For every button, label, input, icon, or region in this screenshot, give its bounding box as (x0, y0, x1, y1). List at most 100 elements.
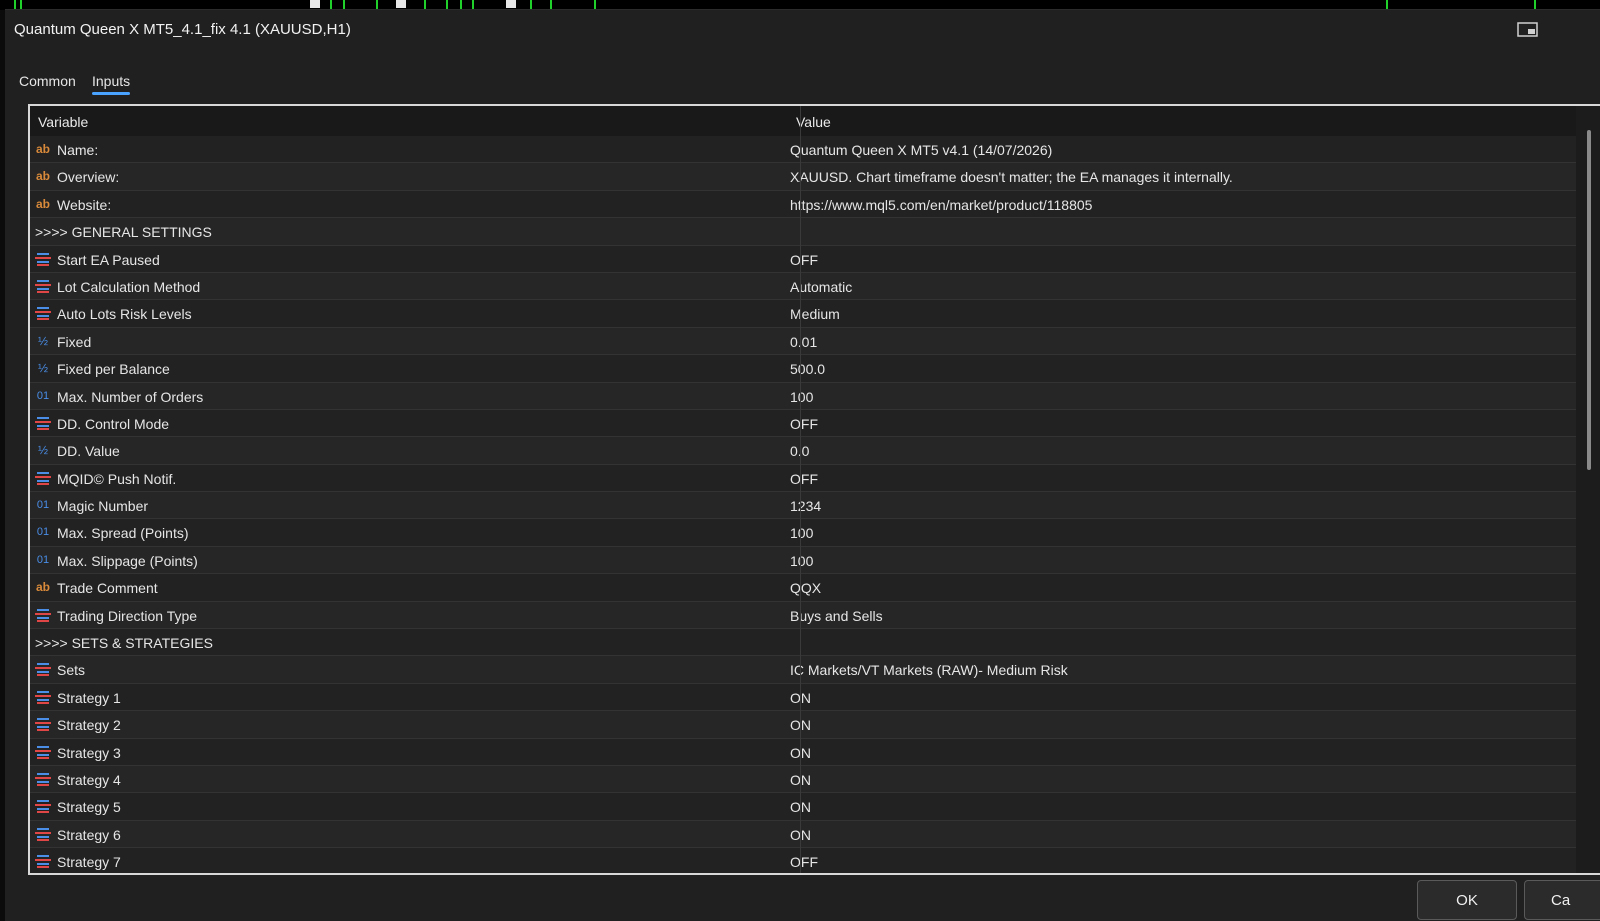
variable-name: Sets (57, 662, 86, 679)
chart-mark (594, 0, 596, 9)
variable-value[interactable]: OFF (790, 252, 818, 268)
chart-mark (530, 0, 532, 9)
column-header-value[interactable]: Value (796, 114, 831, 130)
input-row[interactable]: Strategy 1ON (30, 683, 1576, 712)
enum-type-icon (35, 251, 51, 267)
tab-common[interactable]: Common (19, 73, 76, 89)
variable-name: MQID© Push Notif. (57, 470, 177, 487)
variable-name: DD. Control Mode (57, 415, 170, 432)
string-type-icon: ab (35, 580, 50, 595)
section-row[interactable]: >>>> SETS & STRATEGIES (30, 629, 1576, 657)
variable-name: Fixed per Balance (57, 361, 170, 378)
tab-bar: Common Inputs (5, 60, 1600, 102)
variable-value[interactable]: 1234 (790, 498, 821, 514)
variable-value[interactable]: 100 (790, 389, 813, 405)
input-row[interactable]: Lot Calculation Method Automatic (30, 272, 1576, 301)
restore-window-icon[interactable] (1517, 21, 1539, 39)
variable-name: Lot Calculation Method (57, 278, 201, 295)
variable-value[interactable]: OFF (790, 416, 818, 432)
input-row[interactable]: 01 Max. Slippage (Points) 100 (30, 546, 1576, 575)
string-type-icon: ab (35, 196, 50, 211)
variable-name: Name: (57, 142, 99, 158)
chart-mark (376, 0, 378, 9)
input-row[interactable]: ½ Fixed 0.01 (30, 327, 1576, 356)
input-row[interactable]: DD. Control Mode OFF (30, 409, 1576, 438)
input-row[interactable]: ½DD. Value0.0 (30, 437, 1576, 465)
input-row[interactable]: 01 Max. Spread (Points) 100 (30, 519, 1576, 547)
chart-mark (472, 0, 474, 9)
variable-value[interactable]: Quantum Queen X MT5 v4.1 (14/07/2026) (790, 142, 1052, 158)
column-divider[interactable] (800, 106, 801, 873)
chart-mark (330, 0, 332, 9)
input-row[interactable]: ab Overview: XAUUSD. Chart timeframe doesn… (30, 163, 1576, 191)
variable-value[interactable]: 500.0 (790, 361, 825, 377)
input-row[interactable]: Strategy 4ON (30, 765, 1576, 794)
chart-mark (1534, 0, 1536, 9)
integer-type-icon: 01 (36, 526, 50, 539)
variable-value[interactable]: IC Markets/VT Markets (RAW)- Medium Risk (790, 662, 1068, 678)
enum-type-icon (35, 853, 51, 869)
section-row[interactable]: >>>> GENERAL SETTINGS (30, 218, 1576, 246)
string-type-icon: ab (35, 169, 50, 184)
variable-name: Strategy 2 (57, 717, 121, 734)
variable-value[interactable]: Medium (790, 306, 840, 322)
input-row[interactable]: Start EA Paused OFF (30, 245, 1576, 273)
enum-type-icon (35, 826, 51, 842)
cancel-button[interactable]: Ca (1524, 880, 1600, 920)
variable-value[interactable]: 100 (790, 525, 813, 541)
variable-value[interactable]: https://www.mql5.com/en/market/product/1… (790, 197, 1092, 213)
input-row[interactable]: Auto Lots Risk Levels Medium (30, 300, 1576, 328)
column-header-variable[interactable]: Variable (38, 114, 88, 130)
chart-mark (14, 0, 16, 9)
variable-value[interactable]: OFF (790, 471, 818, 487)
enum-type-icon (35, 661, 51, 677)
tab-inputs[interactable]: Inputs (92, 73, 131, 95)
variable-name: Strategy 4 (57, 771, 121, 788)
input-row[interactable]: ab Website: https://www.mql5.com/en/market… (30, 190, 1576, 219)
input-row[interactable]: ½ Fixed per Balance 500.0 (30, 355, 1576, 383)
double-type-icon: ½ (37, 333, 48, 348)
input-row[interactable]: 01 Max. Number of Orders 100 (30, 382, 1576, 410)
enum-type-icon (35, 607, 51, 623)
double-type-icon: ½ (37, 443, 48, 458)
variable-name: DD. Value (57, 443, 120, 460)
double-type-icon: ½ (37, 361, 48, 376)
variable-value[interactable]: 100 (790, 553, 813, 569)
scrollbar-thumb[interactable] (1587, 130, 1591, 470)
variable-name: Max. Number of Orders (57, 388, 204, 405)
chart-mark (396, 0, 406, 8)
chart-mark (550, 0, 552, 9)
variable-value[interactable]: OFF (790, 854, 818, 870)
integer-type-icon: 01 (36, 499, 50, 512)
variable-name: Trading Direction Type (57, 607, 198, 624)
section-label: >>>> GENERAL SETTINGS (35, 224, 212, 241)
section-label: >>>> SETS & STRATEGIES (35, 635, 213, 652)
variable-name: Trade Comment (57, 580, 158, 597)
ok-button[interactable]: OK (1417, 880, 1517, 920)
input-row[interactable]: ab Trade Comment QQX (30, 574, 1576, 602)
input-row[interactable]: 01 Magic Number 1234 (30, 492, 1576, 520)
input-row[interactable]: Strategy 6ON (30, 820, 1576, 849)
enum-type-icon (35, 305, 51, 321)
variable-value[interactable]: QQX (790, 580, 821, 596)
variable-value[interactable]: Buys and Sells (790, 608, 883, 624)
input-row[interactable]: Strategy 2ON (30, 711, 1576, 739)
input-row[interactable]: Strategy 3ON (30, 738, 1576, 766)
variable-name: Strategy 5 (57, 799, 121, 816)
input-row[interactable]: Sets IC Markets/VT Markets (RAW)- Medium … (30, 656, 1576, 684)
variable-name: Magic Number (57, 498, 149, 515)
enum-type-icon (35, 470, 51, 486)
chart-mark (460, 0, 462, 9)
inputs-grid: Variable Value ab Name: Quantum Queen X MT… (28, 104, 1600, 875)
variable-value[interactable]: 0.01 (790, 334, 817, 350)
input-row[interactable]: Trading Direction Type Buys and Sells (30, 601, 1576, 630)
input-row[interactable]: Strategy 7 OFF (30, 848, 1576, 873)
chart-mark (310, 0, 320, 8)
vertical-scrollbar[interactable] (1577, 106, 1600, 873)
input-row[interactable]: Strategy 5ON (30, 793, 1576, 821)
input-row[interactable]: MQID© Push Notif. OFF (30, 464, 1576, 493)
title-bar[interactable]: Quantum Queen X MT5_4.1_fix 4.1 (XAUUSD,… (5, 10, 1600, 52)
inputs-dialog: Quantum Queen X MT5_4.1_fix 4.1 (XAUUSD,… (5, 9, 1600, 921)
input-row[interactable]: ab Name: Quantum Queen X MT5 v4.1 (14/07/2… (30, 136, 1576, 164)
variable-value[interactable]: XAUUSD. Chart timeframe doesn't matter; … (790, 169, 1233, 185)
